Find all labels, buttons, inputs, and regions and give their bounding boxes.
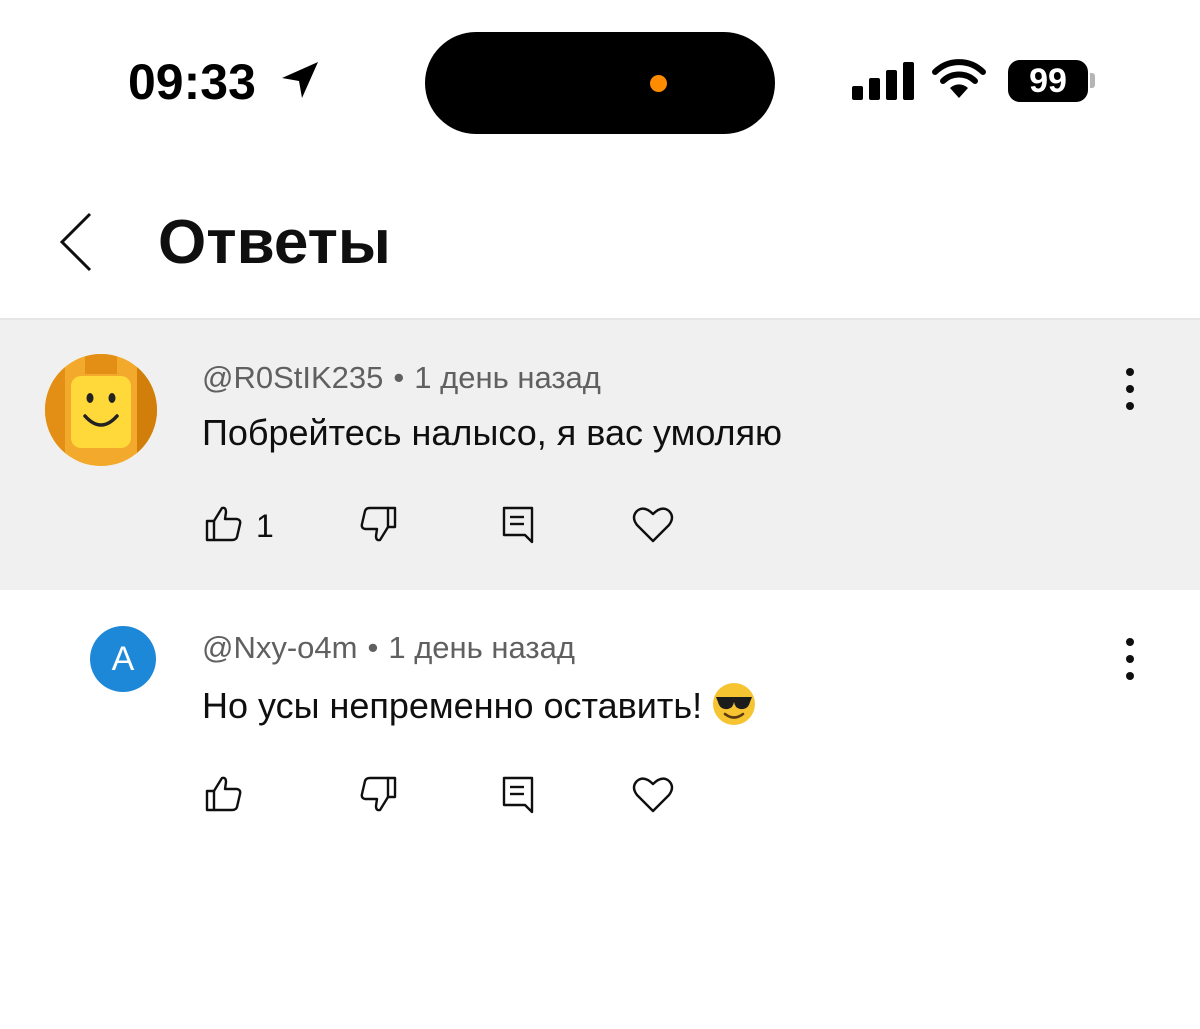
reply-button[interactable]: [498, 504, 544, 550]
comment-time: 1 день назад: [414, 360, 601, 395]
privacy-indicator-dot: [650, 75, 667, 92]
meta-separator: •: [367, 630, 379, 665]
page-header: Ответы: [0, 160, 1200, 320]
back-button[interactable]: [50, 210, 100, 274]
like-count: 1: [256, 508, 274, 544]
thumbs-up-icon: [205, 776, 242, 812]
comment-meta: @Nxy-o4m • 1 день назад: [202, 628, 575, 668]
comment-item: A @Nxy-o4m • 1 день назад Но усы непременн…: [0, 590, 1200, 860]
comment-item: @R0StIK235 • 1 день назад Побрейтесь налыс…: [0, 320, 1200, 590]
battery-indicator: 99: [1008, 60, 1088, 102]
thumbs-down-icon: [360, 776, 397, 812]
reply-comment-icon: [502, 506, 534, 544]
battery-cap: [1090, 73, 1095, 88]
page-title: Ответы: [158, 208, 391, 277]
comment-text: Побрейтесь налысо, я вас умоляю: [202, 412, 783, 453]
dynamic-island: [425, 32, 775, 134]
location-arrow-icon: [282, 62, 318, 98]
comment-actions: [0, 766, 1200, 826]
more-options-icon[interactable]: [1112, 634, 1148, 684]
battery-level: 99: [1029, 62, 1067, 100]
wifi-icon: [932, 59, 986, 98]
like-button[interactable]: [204, 774, 294, 820]
avatar[interactable]: A: [90, 626, 156, 692]
more-options-icon[interactable]: [1112, 364, 1148, 414]
like-button[interactable]: 1: [204, 504, 294, 550]
heart-icon: [632, 507, 674, 543]
meta-separator: •: [393, 360, 405, 395]
avatar[interactable]: [45, 354, 157, 466]
thumbs-down-icon: [360, 506, 397, 542]
roblox-noob-face-icon: [45, 354, 157, 466]
thumbs-up-icon: [205, 506, 242, 542]
comment-text-content: Но усы непременно оставить!: [202, 685, 703, 726]
heart-button[interactable]: [632, 774, 678, 820]
dislike-button[interactable]: [358, 774, 404, 820]
comment-author[interactable]: @Nxy-o4m: [202, 630, 357, 665]
comment-text: Но усы непременно оставить!: [202, 683, 756, 730]
comment-actions: 1: [0, 496, 1200, 556]
reply-button[interactable]: [498, 774, 544, 820]
comment-author[interactable]: @R0StIK235: [202, 360, 383, 395]
comment-meta: @R0StIK235 • 1 день назад: [202, 358, 601, 398]
reply-comment-icon: [502, 776, 534, 814]
smiling-face-with-sunglasses-icon: [713, 683, 756, 726]
heart-button[interactable]: [632, 504, 678, 550]
status-time: 09:33: [128, 54, 256, 110]
cellular-signal-icon: [852, 62, 914, 100]
heart-icon: [632, 777, 674, 813]
dislike-button[interactable]: [358, 504, 404, 550]
comment-time: 1 день назад: [388, 630, 575, 665]
status-bar: 09:33 99: [0, 0, 1200, 160]
